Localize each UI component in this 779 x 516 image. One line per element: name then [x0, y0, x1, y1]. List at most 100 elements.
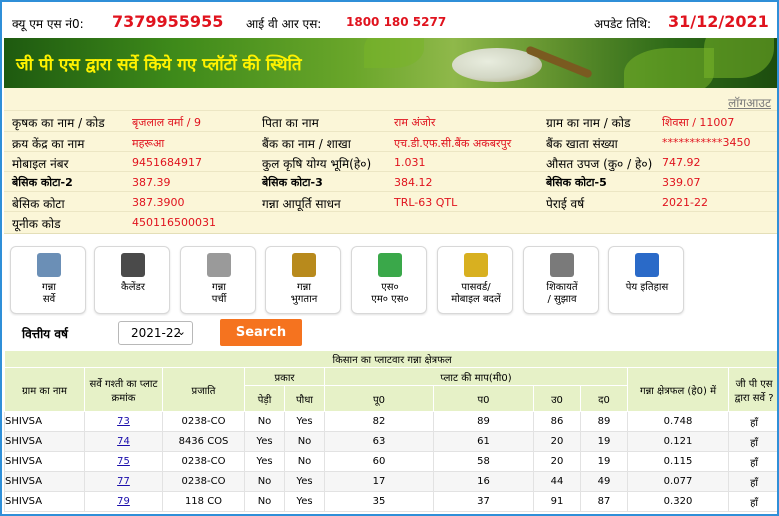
ratoon-cell: No	[244, 491, 285, 512]
tile-caption: शिकायतें / सुझाव	[524, 282, 600, 306]
plot-table-container: किसान का प्लाटवार गन्ना क्षेत्रफल ग्राम …	[3, 350, 777, 514]
village-cell: SHIVSA	[4, 411, 85, 432]
variety-cell: 0238-CO	[162, 471, 245, 492]
clipboard-icon	[37, 253, 61, 277]
info-field-label: कृषक का नाम / कोड	[12, 116, 105, 130]
info-field-value: एच.डी.एफ.सी.बैंक अकबरपुर	[394, 137, 512, 150]
info-field-label: पिता का नाम	[262, 116, 319, 130]
gps-cell: हाँ	[727, 451, 777, 472]
table-row: SHIVSA 73 0238-CO No Yes 82 89 86 89 0.748 हाँ	[4, 411, 777, 432]
col-plant: पौधा	[284, 385, 325, 412]
variety-cell: 118 CO	[162, 491, 245, 512]
plot-link[interactable]: 75	[117, 456, 130, 467]
col-east: पू0	[324, 385, 434, 412]
tile-caption: गन्ना भुगतान	[266, 282, 342, 306]
plant-cell: No	[284, 431, 325, 452]
village-cell: SHIVSA	[4, 431, 85, 452]
plot-link[interactable]: 74	[117, 436, 130, 447]
search-button[interactable]: Search	[220, 319, 302, 346]
info-field-value: ***********3450	[662, 136, 751, 149]
info-field-value: 339.07	[662, 176, 701, 189]
area-cell: 0.748	[627, 411, 729, 432]
table-row: SHIVSA 74 8436 COS Yes No 63 61 20 19 0.121 हाँ	[4, 431, 777, 452]
calendar-icon	[121, 253, 145, 277]
complaints-tile[interactable]: शिकायतें / सुझाव	[523, 246, 599, 314]
col-plot-dimensions: प्लाट की माप(मी0)	[324, 367, 628, 386]
info-field-label: क्रय केंद्र का नाम	[12, 137, 85, 151]
table-row: SHIVSA 79 118 CO No Yes 35 37 91 87 0.320 हाँ	[4, 491, 777, 512]
tile-caption: एस० एम० एस०	[352, 282, 428, 306]
tile-caption-line: / सुझाव	[547, 294, 577, 305]
plot-table: किसान का प्लाटवार गन्ना क्षेत्रफल ग्राम …	[3, 350, 777, 512]
table-row: SHIVSA 77 0238-CO No Yes 17 16 44 49 0.077 हाँ	[4, 471, 777, 492]
financial-year-label: वित्तीय वर्ष	[22, 327, 68, 341]
filter-bar: वित्तीय वर्ष 2021-22 ⌄ Search	[4, 316, 777, 350]
info-field-value: बृजलाल वर्मा / 9	[132, 116, 201, 129]
info-field-label: बेसिक कोटा	[12, 197, 65, 211]
info-field-value: 2021-22	[662, 196, 708, 209]
tile-caption-line: एम० एस०	[371, 294, 409, 305]
page-frame: क्यू एम एस नं0: 7379955955 आई वी आर एस: …	[0, 0, 779, 516]
qms-label: क्यू एम एस नं0:	[12, 17, 84, 31]
info-field-value: महरूआ	[132, 137, 165, 150]
update-date-label: अपडेट तिथि:	[594, 17, 652, 31]
leaf-decoration	[624, 48, 714, 88]
sms-tile[interactable]: एस० एम० एस०	[351, 246, 427, 314]
tile-caption-line: भुगतान	[290, 294, 318, 305]
calendar-tile[interactable]: कैलेंडर	[94, 246, 170, 314]
tile-caption-line: पासवर्ड/	[461, 282, 491, 293]
col-type: प्रकार	[244, 367, 325, 386]
leaf-decoration	[704, 38, 774, 78]
farmer-info-panel: लॉगआउट कृषक का नाम / कोड बृजलाल वर्मा / 9…	[4, 88, 777, 234]
col-north: उ0	[533, 385, 581, 412]
tile-caption-line: गन्ना	[297, 282, 311, 293]
ratoon-cell: Yes	[244, 451, 285, 472]
qms-number: 7379955955	[112, 12, 224, 31]
tile-caption-line: एस०	[381, 282, 399, 293]
info-row: बेसिक कोटा 387.3900 गन्ना आपूर्ति साधन TRL-…	[4, 191, 777, 211]
info-field-value: 387.3900	[132, 196, 185, 209]
south-cell: 19	[580, 451, 628, 472]
ganna-survey-tile[interactable]: गन्ना सर्वे	[10, 246, 86, 314]
info-field-label: मोबाइल नंबर	[12, 157, 69, 171]
receipt-icon	[207, 253, 231, 277]
page-banner: जी पी एस द्वारा सर्वे किये गए प्लॉटों की…	[4, 38, 777, 88]
village-cell: SHIVSA	[4, 471, 85, 492]
coins-icon	[292, 253, 316, 277]
col-west: प0	[433, 385, 534, 412]
south-cell: 49	[580, 471, 628, 492]
financial-year-select[interactable]: 2021-22 ⌄	[118, 321, 193, 345]
complaint-icon	[550, 253, 574, 277]
logout-link[interactable]: लॉगआउट	[728, 94, 771, 111]
info-field-value: राम अंजोर	[394, 116, 436, 129]
password-mobile-tile[interactable]: पासवर्ड/मोबाइल बदलें	[437, 246, 513, 314]
tile-caption-line: गन्ना	[42, 282, 56, 293]
col-gps: जी पी एस द्वारा सर्वे ?	[727, 367, 777, 412]
gps-cell: हाँ	[727, 411, 777, 432]
ganna-parchi-tile[interactable]: गन्ना पर्ची	[180, 246, 256, 314]
lock-phone-icon	[464, 253, 488, 277]
info-field-label: कुल कृषि योग्य भूमि(हे०)	[262, 157, 372, 171]
leaf-decoration	[364, 38, 424, 68]
ratoon-cell: No	[244, 471, 285, 492]
variety-cell: 0238-CO	[162, 411, 245, 432]
tile-caption: गन्ना सर्वे	[11, 282, 87, 306]
plot-link[interactable]: 73	[117, 416, 130, 427]
plot-link[interactable]: 79	[117, 496, 130, 507]
info-field-value: 1.031	[394, 156, 426, 169]
tile-caption: कैलेंडर	[95, 282, 171, 294]
tile-caption-line: शिकायतें	[546, 282, 578, 293]
info-field-value: 747.92	[662, 156, 701, 169]
chevron-down-icon: ⌄	[176, 325, 186, 338]
gps-cell: हाँ	[727, 471, 777, 492]
plant-cell: No	[284, 451, 325, 472]
area-cell: 0.077	[627, 471, 729, 492]
plant-cell: Yes	[284, 471, 325, 492]
area-cell: 0.121	[627, 431, 729, 452]
pay-history-tile[interactable]: पेय इतिहास	[608, 246, 684, 314]
info-field-label: गन्ना आपूर्ति साधन	[262, 197, 341, 211]
tile-caption-line: गन्ना	[212, 282, 226, 293]
plot-link[interactable]: 77	[117, 476, 130, 487]
info-row: मोबाइल नंबर 9451684917 कुल कृषि योग्य भूमि…	[4, 151, 777, 171]
ganna-payment-tile[interactable]: गन्ना भुगतान	[265, 246, 341, 314]
